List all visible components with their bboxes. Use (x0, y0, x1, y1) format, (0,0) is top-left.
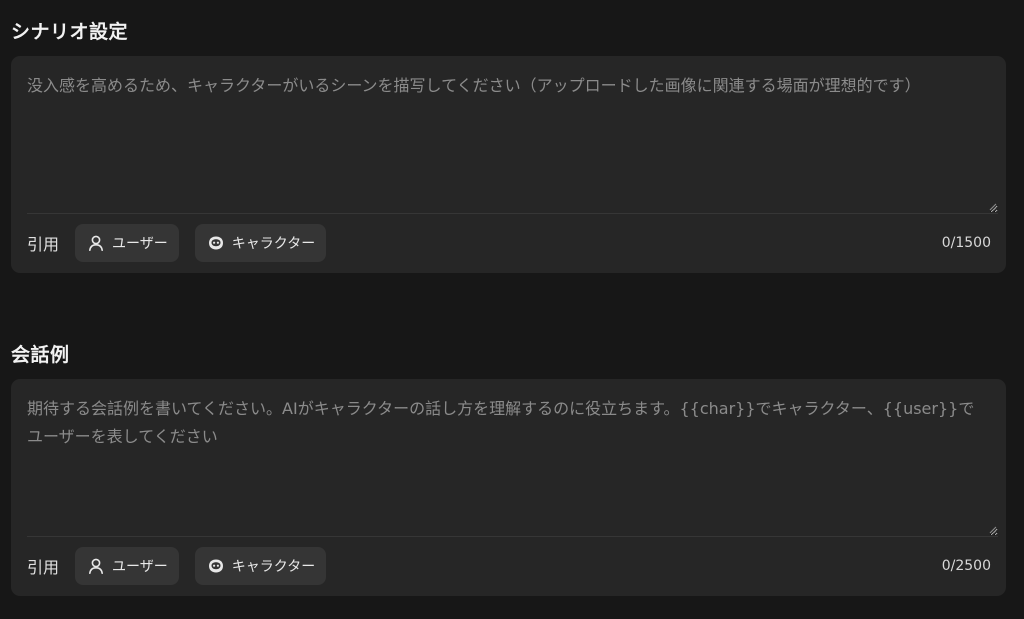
character-face-icon (207, 234, 225, 252)
character-chip-label: キャラクター (231, 559, 316, 575)
cite-label: 引用 (27, 235, 60, 254)
character-face-icon (207, 557, 225, 575)
insert-user-button[interactable]: ユーザー (75, 547, 179, 585)
insert-character-button[interactable]: キャラクター (194, 224, 327, 262)
scenario-card: 引用 ユーザー (11, 56, 1006, 273)
dialogue-card: 引用 ユーザー (11, 379, 1006, 596)
user-icon (87, 234, 105, 252)
user-icon (87, 557, 105, 575)
scenario-textarea-wrap (27, 56, 998, 214)
page: シナリオ設定 引用 ユーザー (0, 0, 1024, 619)
resize-grip-icon[interactable] (988, 202, 997, 211)
dialogue-input[interactable] (27, 379, 998, 536)
scenario-input[interactable] (27, 56, 998, 213)
user-chip-label: ユーザー (112, 236, 168, 252)
dialogue-section-title: 会話例 (11, 344, 70, 366)
insert-character-button[interactable]: キャラクター (194, 547, 327, 585)
dialogue-textarea-wrap (27, 379, 998, 537)
user-chip-label: ユーザー (112, 559, 168, 575)
character-chip-label: キャラクター (231, 236, 316, 252)
char-counter: 0/1500 (941, 235, 991, 251)
insert-user-button[interactable]: ユーザー (75, 224, 179, 262)
char-counter: 0/2500 (941, 558, 991, 574)
resize-grip-icon[interactable] (988, 525, 997, 534)
dialogue-toolbar: 引用 ユーザー キャラクター 0/2500 (27, 547, 991, 585)
scenario-toolbar: 引用 ユーザー キャラクター 0/1500 (27, 224, 991, 262)
cite-label: 引用 (27, 558, 60, 577)
scenario-section-title: シナリオ設定 (11, 21, 129, 43)
